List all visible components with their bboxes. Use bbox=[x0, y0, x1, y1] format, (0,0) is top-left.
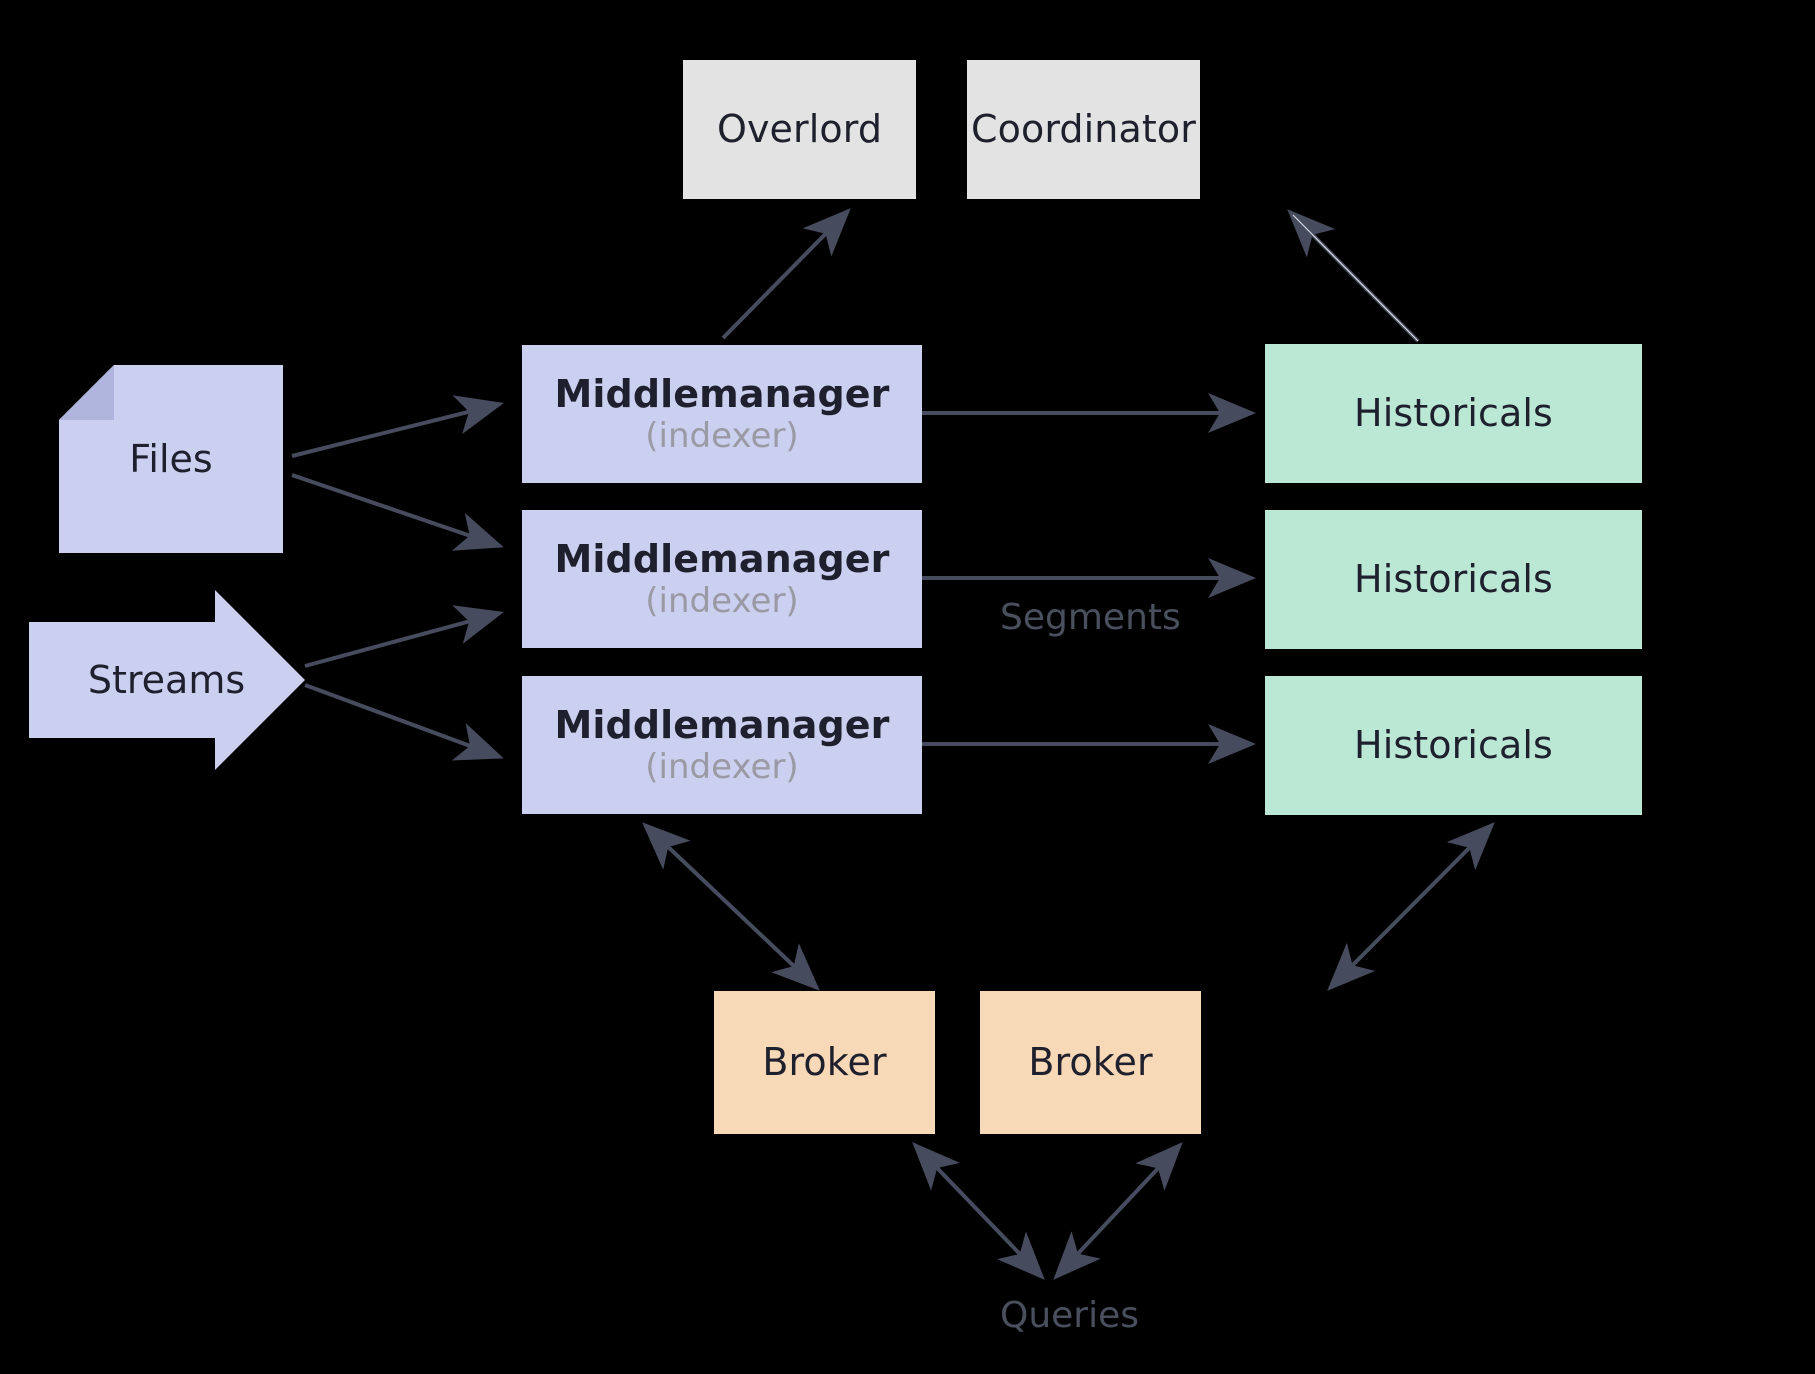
edge-files-to-middlemanager-2 bbox=[291, 473, 504, 551]
node-middlemanager-1-subtitle: (indexer) bbox=[645, 416, 799, 457]
source-files-label: Files bbox=[129, 437, 213, 481]
edge-historicals-to-coordinator bbox=[1287, 209, 1420, 343]
node-middlemanager-3-label: Middlemanager bbox=[554, 702, 890, 747]
node-historicals-1[interactable]: Historicals bbox=[1265, 344, 1642, 483]
node-broker-1[interactable]: Broker bbox=[714, 991, 935, 1134]
node-historicals-2[interactable]: Historicals bbox=[1265, 510, 1642, 649]
node-coordinator[interactable]: Coordinator bbox=[967, 60, 1200, 199]
source-files[interactable]: Files bbox=[59, 365, 283, 553]
edge-streams-to-middlemanager-3 bbox=[304, 683, 504, 761]
node-middlemanager-2[interactable]: Middlemanager (indexer) bbox=[522, 510, 922, 648]
node-broker-2-label: Broker bbox=[1028, 1040, 1153, 1085]
edge-label-segments: Segments bbox=[1000, 597, 1181, 638]
node-middlemanager-1-label: Middlemanager bbox=[554, 371, 890, 416]
edge-historicals-3-to-broker-2 bbox=[1327, 822, 1495, 991]
edge-label-queries: Queries bbox=[1000, 1295, 1140, 1336]
node-middlemanager-2-label: Middlemanager bbox=[554, 536, 890, 581]
node-broker-1-label: Broker bbox=[762, 1040, 887, 1085]
source-streams-label: Streams bbox=[87, 658, 246, 702]
edge-middlemanager-to-overlord bbox=[721, 208, 851, 340]
node-middlemanager-2-subtitle: (indexer) bbox=[645, 581, 799, 622]
diagram-canvas: Files Streams Overlord Coordinator Middl… bbox=[0, 0, 1815, 1374]
edge-broker-2-to-queries bbox=[1053, 1142, 1183, 1280]
node-coordinator-label: Coordinator bbox=[971, 107, 1196, 152]
edge-streams-to-middlemanager-2 bbox=[304, 605, 504, 668]
edge-broker-1-to-queries bbox=[912, 1142, 1045, 1280]
edge-files-to-middlemanager-1 bbox=[291, 395, 504, 458]
node-broker-2[interactable]: Broker bbox=[980, 991, 1201, 1134]
node-historicals-1-label: Historicals bbox=[1354, 391, 1553, 436]
node-middlemanager-1[interactable]: Middlemanager (indexer) bbox=[522, 345, 922, 483]
node-historicals-2-label: Historicals bbox=[1354, 557, 1553, 602]
node-middlemanager-3[interactable]: Middlemanager (indexer) bbox=[522, 676, 922, 814]
edge-middlemanager-3-to-broker-1 bbox=[642, 822, 820, 991]
node-historicals-3[interactable]: Historicals bbox=[1265, 676, 1642, 815]
node-overlord[interactable]: Overlord bbox=[683, 60, 916, 199]
node-middlemanager-3-subtitle: (indexer) bbox=[645, 747, 799, 788]
source-streams[interactable]: Streams bbox=[29, 590, 305, 770]
node-historicals-3-label: Historicals bbox=[1354, 723, 1553, 768]
node-overlord-label: Overlord bbox=[716, 107, 883, 152]
